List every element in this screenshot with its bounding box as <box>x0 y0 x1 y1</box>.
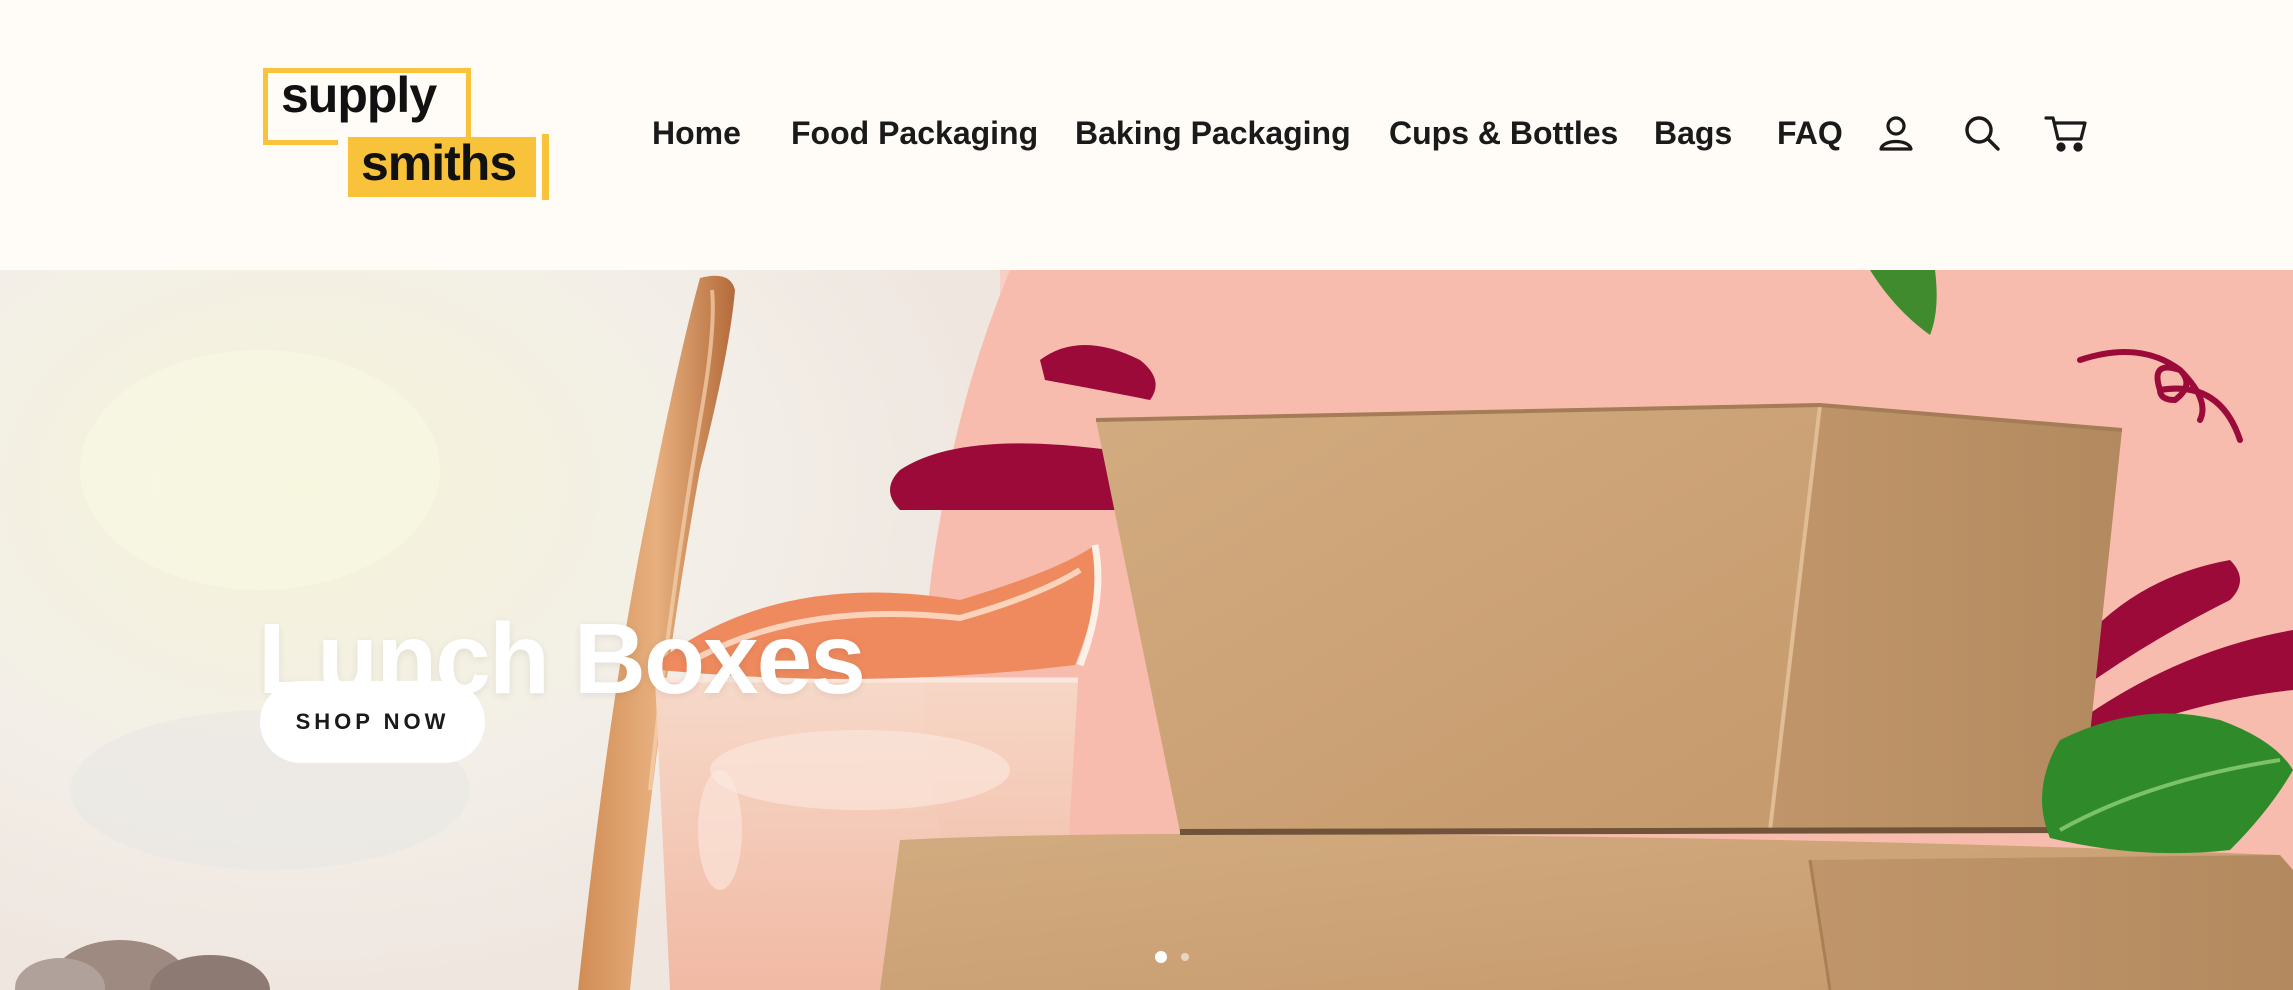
logo-text-line1: supply <box>281 67 437 123</box>
hero-slideshow: Lunch Boxes SHOP NOW <box>0 270 2293 990</box>
nav-food-packaging[interactable]: Food Packaging <box>791 110 1038 156</box>
search-icon[interactable] <box>1961 112 2003 154</box>
nav-bags[interactable]: Bags <box>1654 110 1732 156</box>
nav-cups-bottles[interactable]: Cups & Bottles <box>1389 110 1618 156</box>
logo-text-line2: smiths <box>361 135 517 191</box>
nav-baking-packaging[interactable]: Baking Packaging <box>1075 110 1351 156</box>
logo-bar <box>542 134 549 200</box>
slide-dot-2[interactable] <box>1181 953 1189 961</box>
account-icon[interactable] <box>1875 112 1917 154</box>
site-header: supply smiths Home Food Packaging Baking… <box>0 0 2293 270</box>
shop-now-button[interactable]: SHOP NOW <box>260 681 485 763</box>
nav-home[interactable]: Home <box>652 110 741 156</box>
supply-smiths-logo[interactable]: supply smiths <box>263 68 553 200</box>
cart-icon[interactable] <box>2043 112 2089 154</box>
nav-faq[interactable]: FAQ <box>1777 110 1843 156</box>
slide-dot-1[interactable] <box>1155 951 1167 963</box>
